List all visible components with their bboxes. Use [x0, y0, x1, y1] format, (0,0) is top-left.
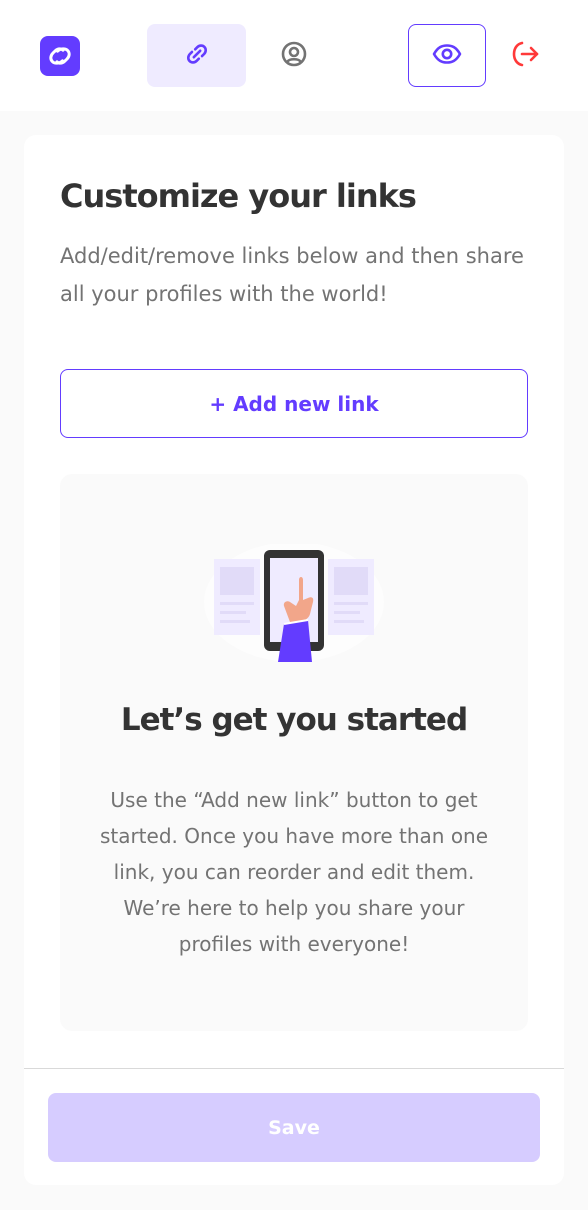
- empty-state-title: Let’s get you started: [120, 702, 468, 738]
- empty-state-body: Use the “Add new link” button to get sta…: [99, 788, 489, 956]
- preview-button[interactable]: [408, 24, 486, 87]
- links-editor-card: Customize your links Add/edit/remove lin…: [24, 135, 564, 1185]
- page-description: Add/edit/remove links below and then sha…: [60, 244, 524, 306]
- empty-state: Let’s get you started Use the “Add new l…: [60, 474, 528, 1031]
- phone-tap-illustration: [204, 542, 384, 669]
- link-icon: [184, 41, 210, 71]
- page-title: Customize your links: [60, 177, 417, 215]
- top-navigation: [0, 0, 588, 111]
- save-button[interactable]: Save: [48, 1093, 540, 1162]
- add-new-link-button[interactable]: + Add new link: [60, 369, 528, 438]
- eye-icon: [432, 43, 462, 68]
- footer-divider: [24, 1068, 564, 1069]
- profile-icon: [280, 40, 308, 72]
- devlinks-logo-icon[interactable]: [40, 36, 80, 76]
- tab-links[interactable]: [147, 24, 246, 87]
- tab-profile[interactable]: [244, 24, 343, 87]
- logout-button[interactable]: [505, 36, 545, 76]
- logout-icon: [509, 38, 541, 74]
